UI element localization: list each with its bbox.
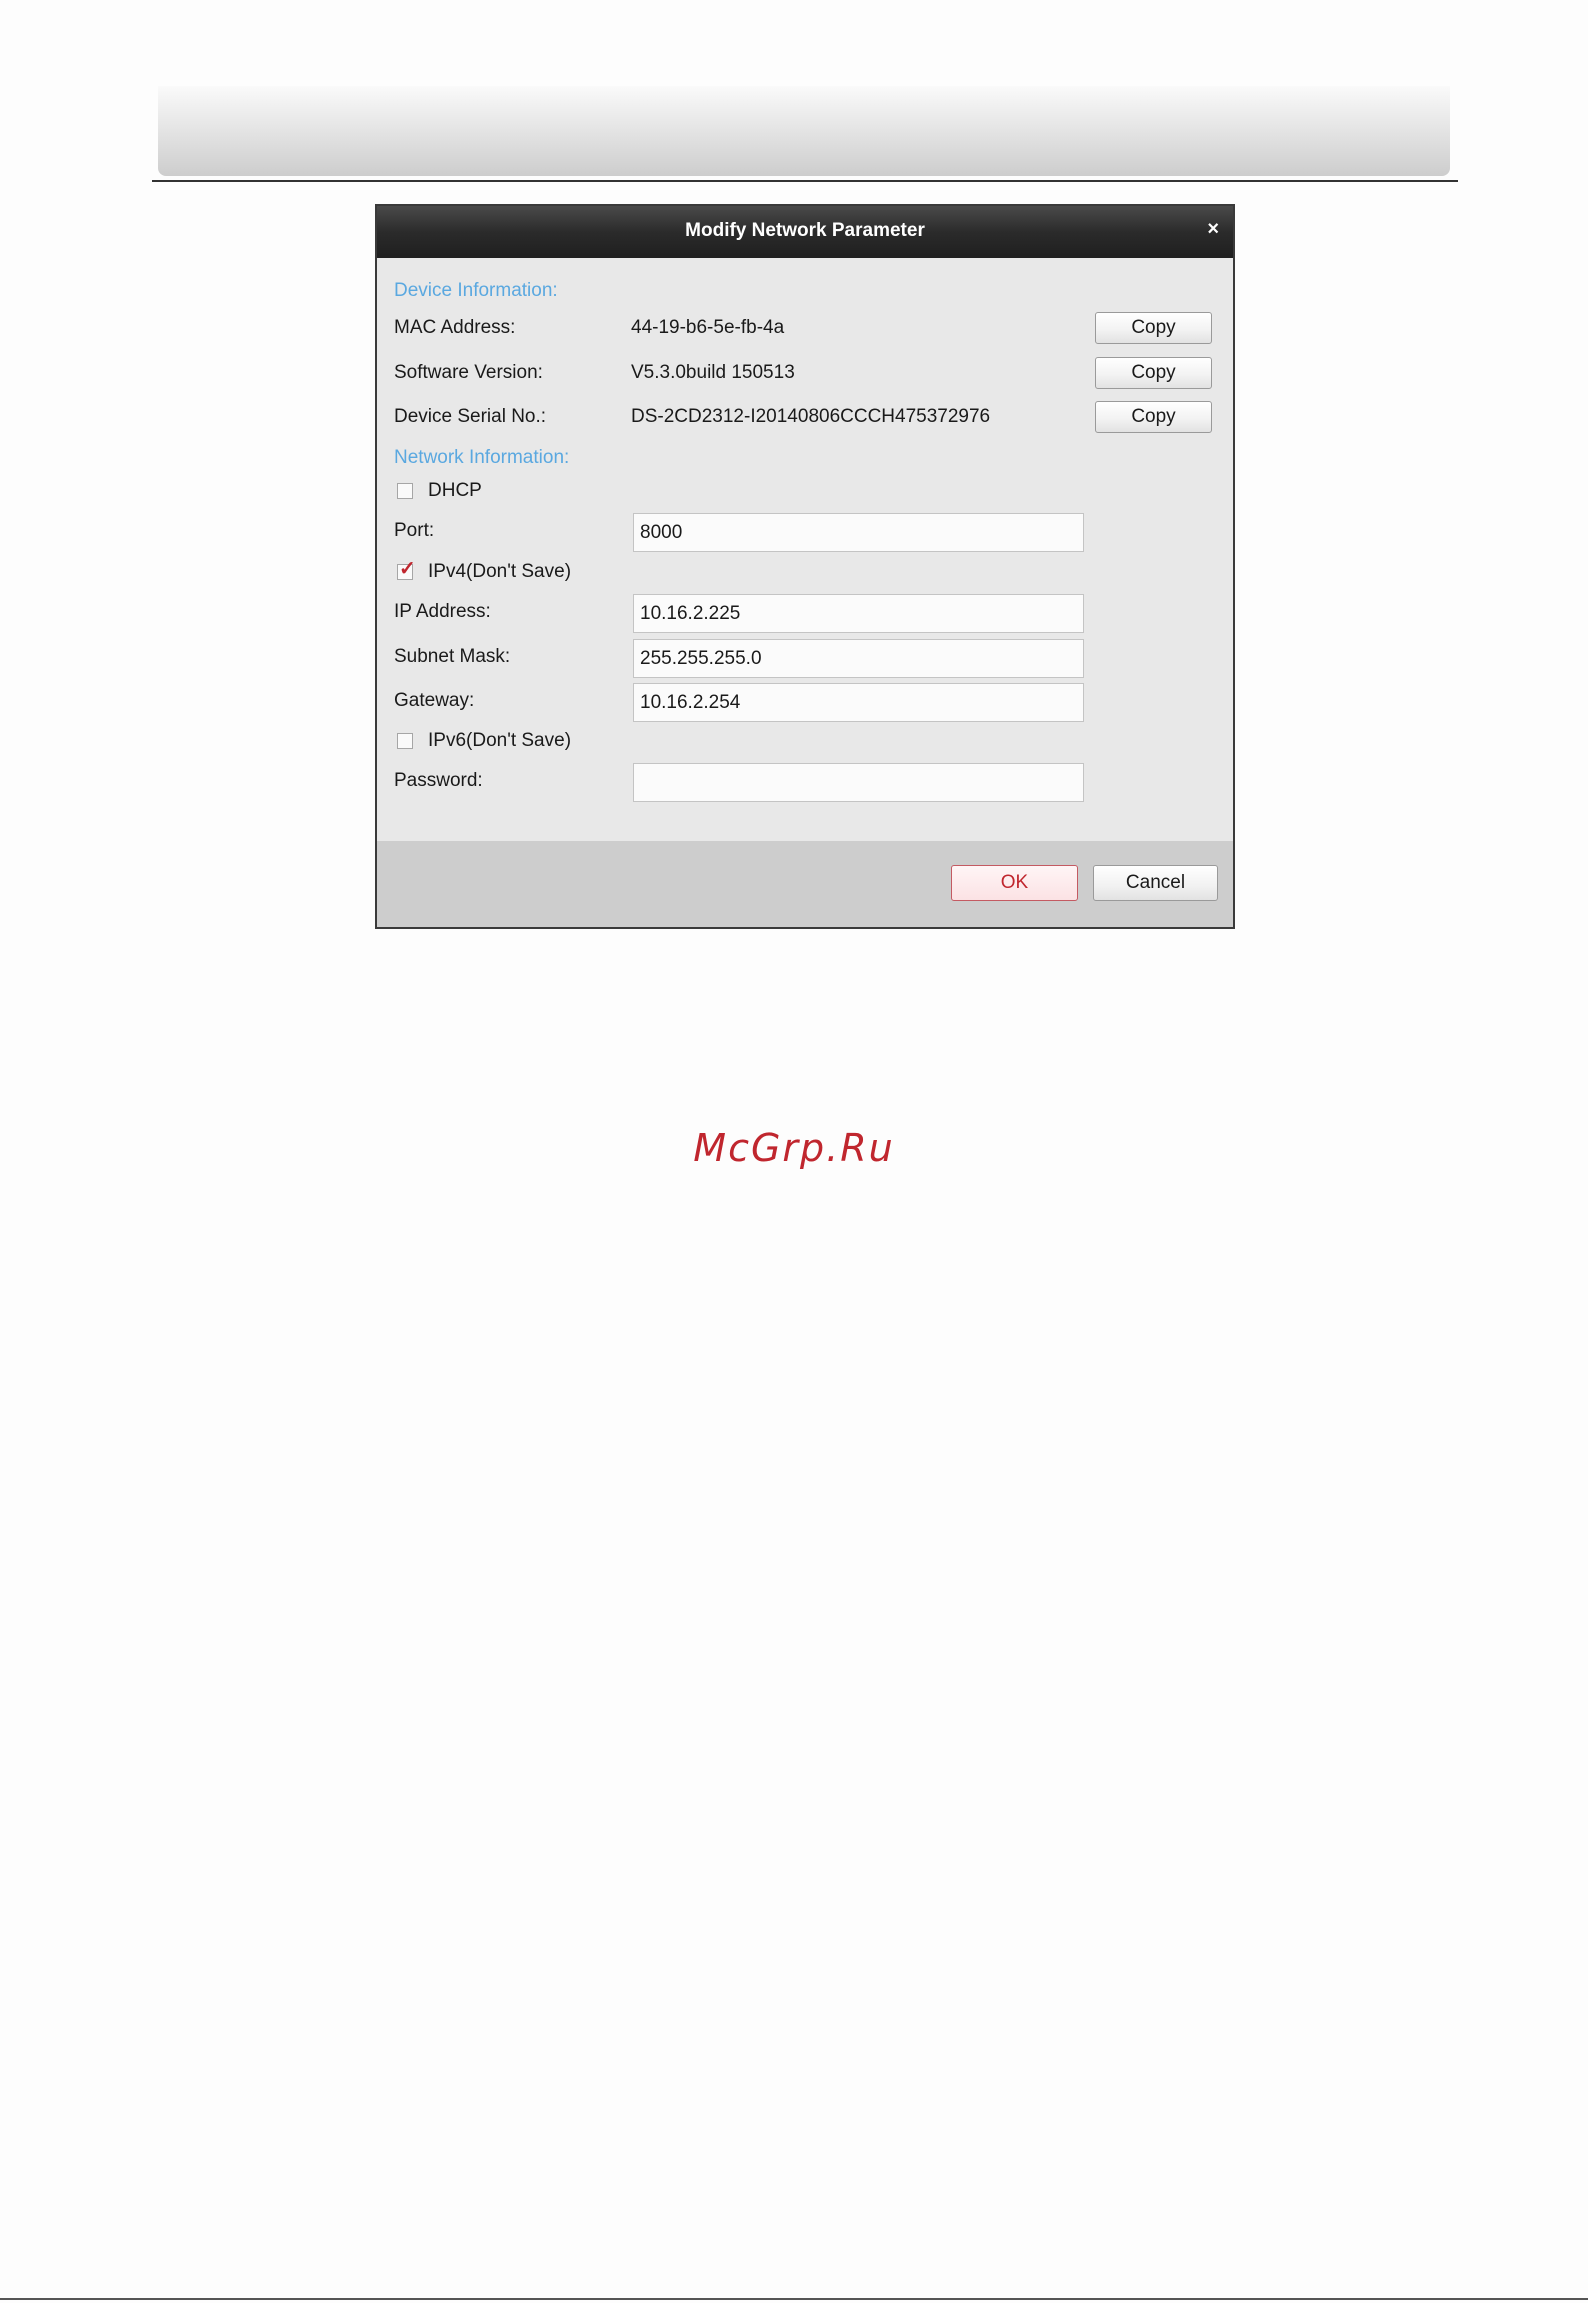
copy-mac-address-button[interactable]: Copy [1095, 312, 1212, 344]
dialog-titlebar[interactable]: Modify Network Parameter × [377, 206, 1233, 258]
dhcp-row[interactable]: DHCP [397, 480, 482, 502]
ok-button[interactable]: OK [951, 865, 1078, 901]
modify-network-parameter-dialog: Modify Network Parameter × Device Inform… [375, 204, 1235, 929]
dialog-footer: OK Cancel [377, 841, 1233, 927]
ipv4-checkbox[interactable]: ✓ [397, 559, 416, 580]
password-field[interactable] [633, 763, 1084, 802]
dhcp-label: DHCP [428, 480, 482, 501]
copy-device-serial-button[interactable]: Copy [1095, 401, 1212, 433]
header-divider [152, 180, 1458, 182]
gateway-field[interactable] [633, 683, 1084, 722]
dhcp-checkbox[interactable] [397, 483, 413, 499]
mac-address-label: MAC Address: [394, 317, 516, 338]
port-label: Port: [394, 520, 435, 541]
network-information-heading: Network Information: [394, 447, 570, 468]
device-information-heading: Device Information: [394, 280, 558, 301]
gateway-label: Gateway: [394, 690, 475, 711]
ipv4-row[interactable]: ✓ IPv4(Don't Save) [397, 559, 572, 583]
software-version-value: V5.3.0build 150513 [631, 362, 795, 383]
check-icon: ✓ [399, 558, 416, 580]
device-serial-value: DS-2CD2312-I20140806CCCH475372976 [631, 406, 991, 427]
copy-software-version-button[interactable]: Copy [1095, 357, 1212, 389]
ip-address-field[interactable] [633, 594, 1084, 633]
mac-address-value: 44-19-b6-5e-fb-4a [631, 317, 785, 338]
dialog-title: Modify Network Parameter [685, 220, 925, 241]
close-icon[interactable]: × [1207, 218, 1219, 241]
ipv6-row[interactable]: IPv6(Don't Save) [397, 730, 571, 752]
password-label: Password: [394, 770, 483, 791]
document-page: Modify Network Parameter × Device Inform… [0, 0, 1588, 2303]
subnet-mask-field[interactable] [633, 639, 1084, 678]
ip-address-label: IP Address: [394, 601, 491, 622]
document-header-bar [158, 86, 1450, 176]
software-version-label: Software Version: [394, 362, 543, 383]
page-bottom-rule [0, 2298, 1588, 2300]
subnet-mask-label: Subnet Mask: [394, 646, 511, 667]
device-serial-label: Device Serial No.: [394, 406, 547, 427]
ipv6-label: IPv6(Don't Save) [428, 730, 572, 751]
ipv6-checkbox[interactable] [397, 733, 413, 749]
cancel-button[interactable]: Cancel [1093, 865, 1218, 901]
port-field[interactable] [633, 513, 1084, 552]
ipv4-label: IPv4(Don't Save) [428, 561, 572, 582]
watermark-text: McGrp.Ru [693, 1126, 895, 1170]
